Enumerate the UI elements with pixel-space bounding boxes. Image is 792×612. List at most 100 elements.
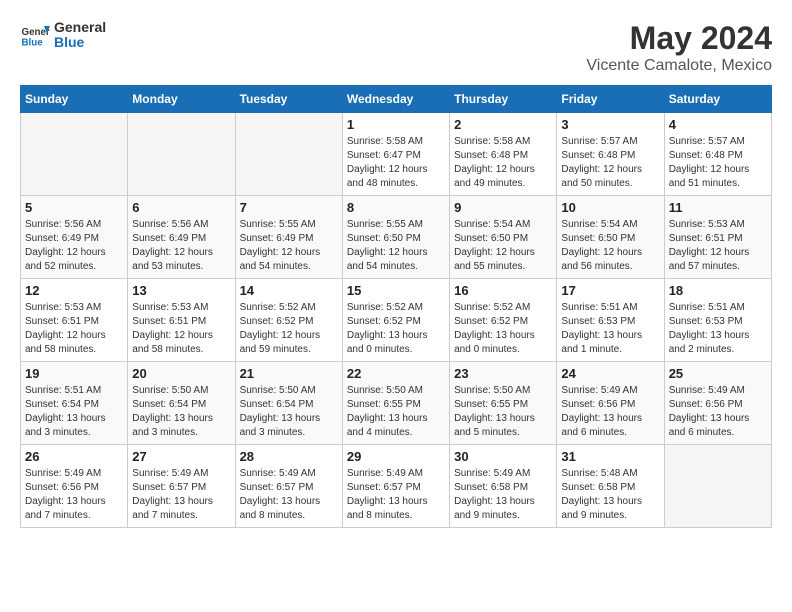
day-header-saturday: Saturday bbox=[664, 86, 771, 113]
day-number: 26 bbox=[25, 449, 123, 464]
calendar-cell: 21 Sunrise: 5:50 AM Sunset: 6:54 PM Dayli… bbox=[235, 362, 342, 445]
day-info: Sunrise: 5:49 AM Sunset: 6:58 PM Dayligh… bbox=[454, 467, 552, 523]
header-row: SundayMondayTuesdayWednesdayThursdayFrid… bbox=[21, 86, 772, 113]
day-number: 5 bbox=[25, 200, 123, 215]
calendar-cell: 23Sunrise: 5:50 AM Sunset: 6:55 PM Dayli… bbox=[450, 362, 557, 445]
calendar-cell: 28Sunrise: 5:49 AM Sunset: 6:57 PM Dayli… bbox=[235, 445, 342, 528]
calendar-cell: 5 Sunrise: 5:56 AM Sunset: 6:49 PM Daylig… bbox=[21, 196, 128, 279]
calendar-cell bbox=[21, 113, 128, 196]
day-number: 10 bbox=[561, 200, 659, 215]
day-header-monday: Monday bbox=[128, 86, 235, 113]
calendar-cell: 27 Sunrise: 5:49 AM Sunset: 6:57 PM Dayli… bbox=[128, 445, 235, 528]
day-number: 6 bbox=[132, 200, 230, 215]
day-number: 22 bbox=[347, 366, 445, 381]
week-row-2: 5 Sunrise: 5:56 AM Sunset: 6:49 PM Daylig… bbox=[21, 196, 772, 279]
day-info: Sunrise: 5:49 AM Sunset: 6:56 PM Dayligh… bbox=[669, 384, 767, 440]
calendar-cell: 6 Sunrise: 5:56 AM Sunset: 6:49 PM Daylig… bbox=[128, 196, 235, 279]
day-number: 17 bbox=[561, 283, 659, 298]
calendar-cell: 13 Sunrise: 5:53 AM Sunset: 6:51 PM Dayli… bbox=[128, 279, 235, 362]
calendar-cell: 7 Sunrise: 5:55 AM Sunset: 6:49 PM Daylig… bbox=[235, 196, 342, 279]
calendar-cell: 16 Sunrise: 5:52 AM Sunset: 6:52 PM Dayli… bbox=[450, 279, 557, 362]
day-info: Sunrise: 5:55 AM Sunset: 6:49 PM Dayligh… bbox=[240, 218, 338, 274]
calendar-cell: 12Sunrise: 5:53 AM Sunset: 6:51 PM Dayli… bbox=[21, 279, 128, 362]
day-info: Sunrise: 5:49 AM Sunset: 6:56 PM Dayligh… bbox=[25, 467, 123, 523]
day-info: Sunrise: 5:57 AM Sunset: 6:48 PM Dayligh… bbox=[561, 135, 659, 191]
calendar-cell: 29Sunrise: 5:49 AM Sunset: 6:57 PM Dayli… bbox=[342, 445, 449, 528]
calendar-cell bbox=[235, 113, 342, 196]
day-info: Sunrise: 5:58 AM Sunset: 6:47 PM Dayligh… bbox=[347, 135, 445, 191]
calendar-cell: 26 Sunrise: 5:49 AM Sunset: 6:56 PM Dayli… bbox=[21, 445, 128, 528]
day-info: Sunrise: 5:50 AM Sunset: 6:54 PM Dayligh… bbox=[240, 384, 338, 440]
day-info: Sunrise: 5:49 AM Sunset: 6:57 PM Dayligh… bbox=[132, 467, 230, 523]
day-info: Sunrise: 5:54 AM Sunset: 6:50 PM Dayligh… bbox=[561, 218, 659, 274]
calendar-cell: 22Sunrise: 5:50 AM Sunset: 6:55 PM Dayli… bbox=[342, 362, 449, 445]
day-info: Sunrise: 5:56 AM Sunset: 6:49 PM Dayligh… bbox=[132, 218, 230, 274]
calendar-title: May 2024 bbox=[586, 20, 772, 57]
day-number: 24 bbox=[561, 366, 659, 381]
calendar-cell: 4 Sunrise: 5:57 AM Sunset: 6:48 PM Daylig… bbox=[664, 113, 771, 196]
week-row-4: 19 Sunrise: 5:51 AM Sunset: 6:54 PM Dayli… bbox=[21, 362, 772, 445]
title-block: May 2024 Vicente Camalote, Mexico bbox=[586, 20, 772, 75]
calendar-cell: 15 Sunrise: 5:52 AM Sunset: 6:52 PM Dayli… bbox=[342, 279, 449, 362]
calendar-cell: 10 Sunrise: 5:54 AM Sunset: 6:50 PM Dayli… bbox=[557, 196, 664, 279]
day-info: Sunrise: 5:53 AM Sunset: 6:51 PM Dayligh… bbox=[25, 301, 123, 357]
week-row-5: 26 Sunrise: 5:49 AM Sunset: 6:56 PM Dayli… bbox=[21, 445, 772, 528]
calendar-cell: 14 Sunrise: 5:52 AM Sunset: 6:52 PM Dayli… bbox=[235, 279, 342, 362]
page-header: General Blue General Blue May 2024 Vicen… bbox=[20, 20, 772, 75]
day-info: Sunrise: 5:51 AM Sunset: 6:54 PM Dayligh… bbox=[25, 384, 123, 440]
calendar-cell: 9 Sunrise: 5:54 AM Sunset: 6:50 PM Daylig… bbox=[450, 196, 557, 279]
day-info: Sunrise: 5:48 AM Sunset: 6:58 PM Dayligh… bbox=[561, 467, 659, 523]
day-header-thursday: Thursday bbox=[450, 86, 557, 113]
day-number: 16 bbox=[454, 283, 552, 298]
day-info: Sunrise: 5:52 AM Sunset: 6:52 PM Dayligh… bbox=[347, 301, 445, 357]
week-row-1: 1Sunrise: 5:58 AM Sunset: 6:47 PM Daylig… bbox=[21, 113, 772, 196]
calendar-cell: 18 Sunrise: 5:51 AM Sunset: 6:53 PM Dayli… bbox=[664, 279, 771, 362]
day-info: Sunrise: 5:51 AM Sunset: 6:53 PM Dayligh… bbox=[669, 301, 767, 357]
day-number: 7 bbox=[240, 200, 338, 215]
logo-line2: Blue bbox=[54, 35, 106, 50]
day-info: Sunrise: 5:52 AM Sunset: 6:52 PM Dayligh… bbox=[240, 301, 338, 357]
day-header-wednesday: Wednesday bbox=[342, 86, 449, 113]
day-number: 25 bbox=[669, 366, 767, 381]
day-info: Sunrise: 5:49 AM Sunset: 6:57 PM Dayligh… bbox=[347, 467, 445, 523]
day-number: 19 bbox=[25, 366, 123, 381]
calendar-cell: 24Sunrise: 5:49 AM Sunset: 6:56 PM Dayli… bbox=[557, 362, 664, 445]
calendar-cell: 20Sunrise: 5:50 AM Sunset: 6:54 PM Dayli… bbox=[128, 362, 235, 445]
day-number: 31 bbox=[561, 449, 659, 464]
calendar-cell: 2Sunrise: 5:58 AM Sunset: 6:48 PM Daylig… bbox=[450, 113, 557, 196]
day-number: 14 bbox=[240, 283, 338, 298]
calendar-subtitle: Vicente Camalote, Mexico bbox=[586, 57, 772, 75]
calendar-cell: 31 Sunrise: 5:48 AM Sunset: 6:58 PM Dayli… bbox=[557, 445, 664, 528]
day-number: 9 bbox=[454, 200, 552, 215]
day-number: 27 bbox=[132, 449, 230, 464]
day-number: 8 bbox=[347, 200, 445, 215]
calendar-table: SundayMondayTuesdayWednesdayThursdayFrid… bbox=[20, 85, 772, 528]
day-info: Sunrise: 5:56 AM Sunset: 6:49 PM Dayligh… bbox=[25, 218, 123, 274]
day-header-sunday: Sunday bbox=[21, 86, 128, 113]
logo: General Blue General Blue bbox=[20, 20, 106, 51]
day-info: Sunrise: 5:57 AM Sunset: 6:48 PM Dayligh… bbox=[669, 135, 767, 191]
day-info: Sunrise: 5:51 AM Sunset: 6:53 PM Dayligh… bbox=[561, 301, 659, 357]
day-number: 15 bbox=[347, 283, 445, 298]
day-info: Sunrise: 5:52 AM Sunset: 6:52 PM Dayligh… bbox=[454, 301, 552, 357]
day-number: 4 bbox=[669, 117, 767, 132]
calendar-cell: 11Sunrise: 5:53 AM Sunset: 6:51 PM Dayli… bbox=[664, 196, 771, 279]
calendar-cell: 19 Sunrise: 5:51 AM Sunset: 6:54 PM Dayli… bbox=[21, 362, 128, 445]
day-number: 21 bbox=[240, 366, 338, 381]
day-number: 3 bbox=[561, 117, 659, 132]
calendar-cell bbox=[664, 445, 771, 528]
calendar-cell: 30Sunrise: 5:49 AM Sunset: 6:58 PM Dayli… bbox=[450, 445, 557, 528]
day-header-tuesday: Tuesday bbox=[235, 86, 342, 113]
day-number: 28 bbox=[240, 449, 338, 464]
calendar-cell: 17 Sunrise: 5:51 AM Sunset: 6:53 PM Dayli… bbox=[557, 279, 664, 362]
calendar-cell: 1Sunrise: 5:58 AM Sunset: 6:47 PM Daylig… bbox=[342, 113, 449, 196]
calendar-cell bbox=[128, 113, 235, 196]
day-number: 13 bbox=[132, 283, 230, 298]
day-number: 18 bbox=[669, 283, 767, 298]
day-info: Sunrise: 5:50 AM Sunset: 6:55 PM Dayligh… bbox=[454, 384, 552, 440]
day-info: Sunrise: 5:50 AM Sunset: 6:54 PM Dayligh… bbox=[132, 384, 230, 440]
day-info: Sunrise: 5:54 AM Sunset: 6:50 PM Dayligh… bbox=[454, 218, 552, 274]
day-info: Sunrise: 5:53 AM Sunset: 6:51 PM Dayligh… bbox=[132, 301, 230, 357]
day-number: 2 bbox=[454, 117, 552, 132]
day-number: 11 bbox=[669, 200, 767, 215]
